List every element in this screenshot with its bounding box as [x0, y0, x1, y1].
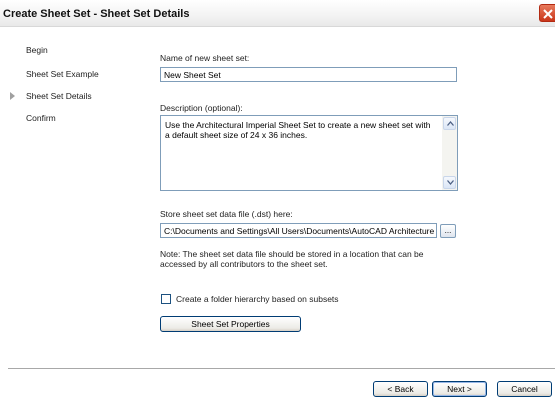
cancel-button[interactable]: Cancel [497, 381, 552, 397]
name-label: Name of new sheet set: [160, 53, 250, 63]
next-button[interactable]: Next > [432, 381, 487, 397]
nav-item-sheet-set-details: Sheet Set Details [26, 91, 92, 101]
description-label: Description (optional): [160, 103, 243, 113]
close-icon [543, 9, 553, 19]
folder-hierarchy-label: Create a folder hierarchy based on subse… [176, 294, 339, 304]
scroll-down-button[interactable] [443, 176, 456, 189]
title-bar: Create Sheet Set - Sheet Set Details [0, 0, 555, 27]
scroll-up-icon [447, 121, 454, 126]
scroll-down-icon [447, 180, 454, 185]
description-text: Use the Architectural Imperial Sheet Set… [165, 120, 431, 140]
close-button[interactable] [539, 4, 555, 22]
dialog-body: Begin Sheet Set Example Sheet Set Detail… [0, 27, 555, 404]
data-file-path-input[interactable]: C:\Documents and Settings\All Users\Docu… [160, 223, 437, 238]
description-scrollbar[interactable] [442, 116, 457, 190]
note-text: Note: The sheet set data file should be … [160, 249, 424, 269]
description-textarea[interactable]: Use the Architectural Imperial Sheet Set… [160, 115, 458, 191]
sheet-set-name-input[interactable]: New Sheet Set [160, 67, 457, 82]
back-button[interactable]: < Back [373, 381, 428, 397]
sheet-set-properties-button[interactable]: Sheet Set Properties [160, 316, 301, 332]
nav-item-sheet-set-example: Sheet Set Example [26, 69, 99, 79]
footer-divider-highlight [8, 369, 555, 370]
scroll-up-button[interactable] [443, 117, 456, 130]
nav-item-begin: Begin [26, 45, 48, 55]
browse-button[interactable]: ... [440, 224, 456, 238]
nav-item-confirm: Confirm [26, 113, 56, 123]
current-step-arrow-icon [10, 92, 15, 100]
folder-hierarchy-checkbox[interactable] [161, 294, 171, 304]
window-title: Create Sheet Set - Sheet Set Details [3, 8, 190, 20]
store-label: Store sheet set data file (.dst) here: [160, 209, 293, 219]
